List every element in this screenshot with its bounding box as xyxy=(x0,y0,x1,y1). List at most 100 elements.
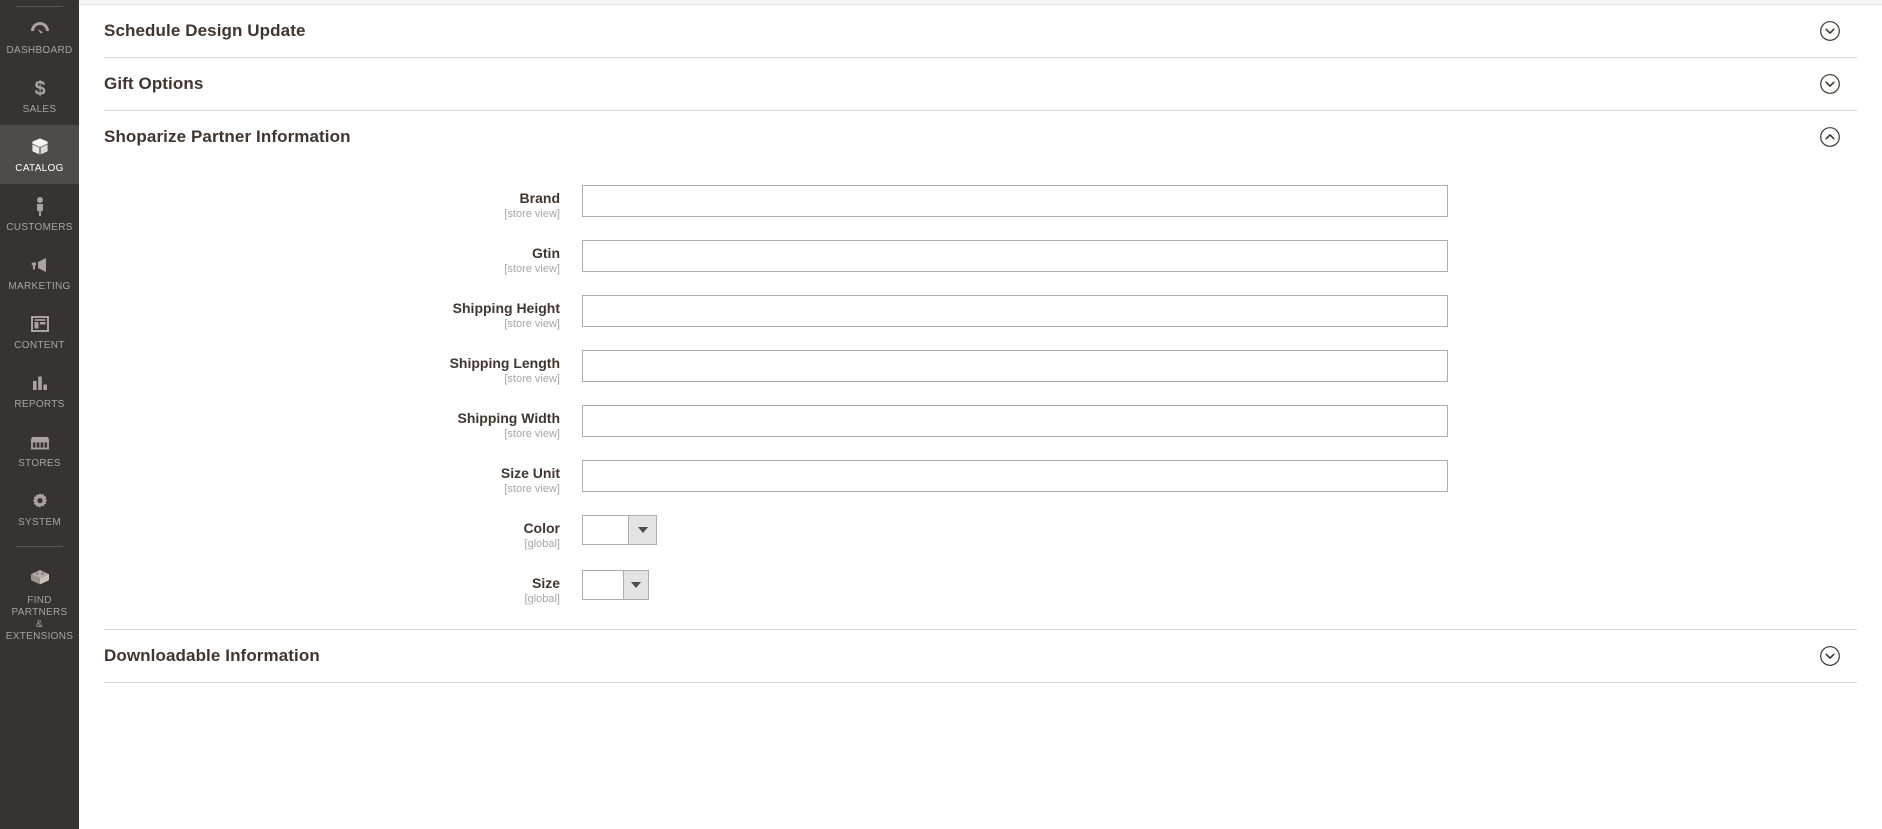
field-label-col: Brand [store view] xyxy=(104,185,582,222)
chevron-down-icon[interactable] xyxy=(628,516,656,544)
sidebar-item-stores[interactable]: STORES xyxy=(0,420,79,479)
field-label: Brand xyxy=(519,190,560,206)
chevron-down-icon[interactable] xyxy=(623,571,648,599)
section-title: Schedule Design Update xyxy=(104,21,306,40)
field-scope: [store view] xyxy=(504,483,560,495)
section-header-shoparize-partner-information[interactable]: Shoparize Partner Information xyxy=(104,111,1857,163)
size-select-value xyxy=(583,571,623,599)
section-divider xyxy=(104,682,1857,683)
gear-icon xyxy=(2,488,77,514)
field-label-col: Color [global] xyxy=(104,515,582,552)
field-scope: [store view] xyxy=(504,263,560,275)
field-label-col: Shipping Height [store view] xyxy=(104,295,582,332)
section-gift-options: Gift Options xyxy=(79,58,1882,110)
sidebar-item-system[interactable]: SYSTEM xyxy=(0,479,79,538)
field-label: Size xyxy=(531,575,560,591)
shoparize-form: Brand [store view] Gtin [store view] Shi… xyxy=(104,163,1857,629)
field-control xyxy=(582,405,1857,437)
sidebar-item-label: FIND PARTNERS & EXTENSIONS xyxy=(5,595,74,642)
svg-text:$: $ xyxy=(34,78,45,100)
shipping-height-input[interactable] xyxy=(582,295,1448,327)
dashboard-icon xyxy=(2,16,77,42)
sidebar-item-label: CUSTOMERS xyxy=(6,222,73,233)
admin-page: DASHBOARD $ SALES CATALOG CUSTOMERS MARK… xyxy=(0,0,1882,829)
field-label-col: Gtin [store view] xyxy=(104,240,582,277)
sidebar-item-reports[interactable]: REPORTS xyxy=(0,361,79,420)
size-unit-input[interactable] xyxy=(582,460,1448,492)
person-icon xyxy=(2,193,77,219)
brand-input[interactable] xyxy=(582,185,1448,217)
sidebar-item-label: SYSTEM xyxy=(18,517,61,528)
section-shoparize-partner-information: Shoparize Partner Information Brand [sto… xyxy=(79,111,1882,629)
field-label: Gtin xyxy=(532,245,560,261)
field-control xyxy=(582,295,1857,327)
size-select[interactable] xyxy=(582,570,649,600)
field-label-col: Shipping Width [store view] xyxy=(104,405,582,442)
sidebar-item-find-partners[interactable]: FIND PARTNERS & EXTENSIONS xyxy=(0,557,79,652)
section-title: Shoparize Partner Information xyxy=(104,127,351,146)
field-label-col: Size [global] xyxy=(104,570,582,607)
bar-chart-icon xyxy=(2,370,77,396)
sidebar-item-dashboard[interactable]: DASHBOARD xyxy=(0,7,79,66)
sidebar-item-label: STORES xyxy=(18,458,61,469)
admin-sidebar: DASHBOARD $ SALES CATALOG CUSTOMERS MARK… xyxy=(0,0,79,829)
layout-icon xyxy=(2,311,77,337)
field-scope: [global] xyxy=(524,538,560,550)
sidebar-item-catalog[interactable]: CATALOG xyxy=(0,125,79,184)
storefront-icon xyxy=(2,429,77,455)
field-control xyxy=(582,240,1857,272)
extension-block-icon xyxy=(2,566,77,592)
sidebar-item-sales[interactable]: $ SALES xyxy=(0,66,79,125)
field-label: Shipping Length xyxy=(449,355,560,371)
section-header-schedule-design-update[interactable]: Schedule Design Update xyxy=(104,5,1857,57)
sidebar-item-marketing[interactable]: MARKETING xyxy=(0,243,79,302)
sidebar-item-label: CATALOG xyxy=(15,163,64,174)
field-label: Shipping Width xyxy=(457,410,560,426)
field-control xyxy=(582,185,1857,217)
chevron-down-icon[interactable] xyxy=(1819,645,1841,667)
field-row-color: Color [global] xyxy=(104,515,1857,552)
field-label-col: Size Unit [store view] xyxy=(104,460,582,497)
section-title: Downloadable Information xyxy=(104,646,320,665)
section-header-gift-options[interactable]: Gift Options xyxy=(104,58,1857,110)
chevron-up-icon[interactable] xyxy=(1819,126,1841,148)
field-row-size-unit: Size Unit [store view] xyxy=(104,460,1857,497)
field-control xyxy=(582,460,1857,492)
section-schedule-design-update: Schedule Design Update xyxy=(79,5,1882,57)
section-downloadable-information: Downloadable Information xyxy=(79,630,1882,682)
color-select-value xyxy=(583,516,628,544)
field-row-shipping-length: Shipping Length [store view] xyxy=(104,350,1857,387)
sidebar-divider-bottom xyxy=(16,546,63,547)
box-icon xyxy=(2,134,77,160)
field-scope: [store view] xyxy=(504,318,560,330)
field-control xyxy=(582,570,1857,604)
field-scope: [store view] xyxy=(504,208,560,220)
sidebar-item-label: REPORTS xyxy=(14,399,65,410)
megaphone-icon xyxy=(2,252,77,278)
sidebar-item-label: SALES xyxy=(22,104,57,115)
section-title: Gift Options xyxy=(104,74,204,93)
field-row-gtin: Gtin [store view] xyxy=(104,240,1857,277)
field-row-shipping-width: Shipping Width [store view] xyxy=(104,405,1857,442)
dollar-icon: $ xyxy=(2,75,77,101)
field-label: Size Unit xyxy=(500,465,560,481)
field-control xyxy=(582,350,1857,382)
sidebar-item-customers[interactable]: CUSTOMERS xyxy=(0,184,79,243)
chevron-down-icon[interactable] xyxy=(1819,20,1841,42)
field-row-brand: Brand [store view] xyxy=(104,185,1857,222)
field-label: Color xyxy=(523,520,560,536)
main-content: Schedule Design Update Gift Options Shop… xyxy=(79,0,1882,829)
color-select[interactable] xyxy=(582,515,657,545)
section-header-downloadable-information[interactable]: Downloadable Information xyxy=(104,630,1857,682)
field-label-col: Shipping Length [store view] xyxy=(104,350,582,387)
sidebar-item-content[interactable]: CONTENT xyxy=(0,302,79,361)
shipping-length-input[interactable] xyxy=(582,350,1448,382)
field-scope: [store view] xyxy=(504,373,560,385)
shipping-width-input[interactable] xyxy=(582,405,1448,437)
sidebar-item-label: MARKETING xyxy=(8,281,71,292)
chevron-down-icon[interactable] xyxy=(1819,73,1841,95)
sidebar-item-label: CONTENT xyxy=(14,340,65,351)
gtin-input[interactable] xyxy=(582,240,1448,272)
field-scope: [store view] xyxy=(504,428,560,440)
field-row-shipping-height: Shipping Height [store view] xyxy=(104,295,1857,332)
